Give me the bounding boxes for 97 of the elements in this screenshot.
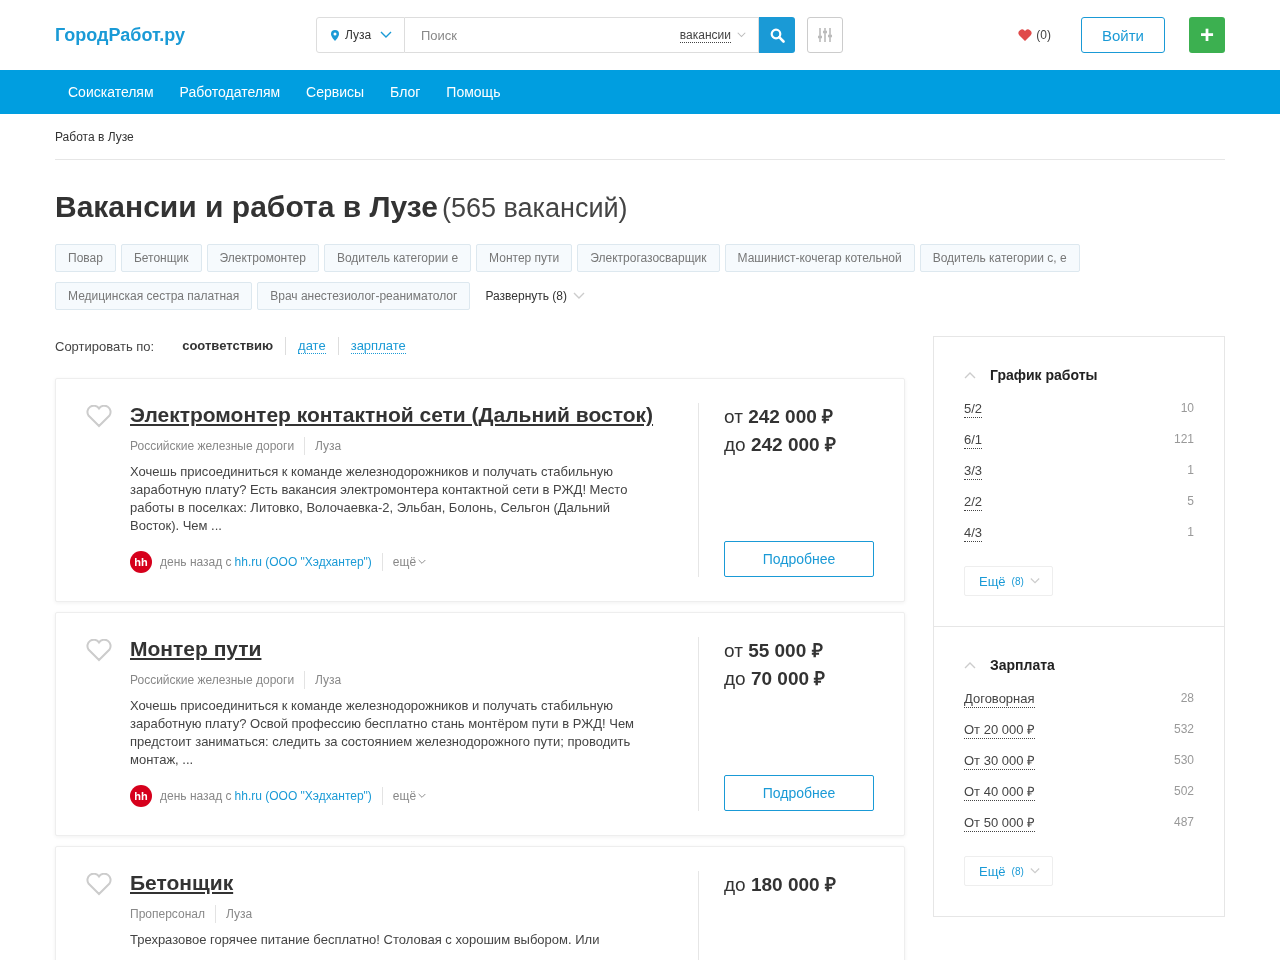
source-logo: hh [130,551,152,573]
city-name: Луза [315,439,342,453]
filter-option-link[interactable]: От 20 000 ₽ [964,722,1036,739]
city-name: Луза [225,907,253,921]
filter-option-link[interactable]: От 30 000 ₽ [964,753,1036,770]
option-count: 530 [1173,753,1194,767]
profession-tag[interactable]: Электрогазосварщик [577,244,720,272]
expand-tags-button[interactable]: Развернуть (8) [485,289,585,303]
heart-outline-icon[interactable] [84,873,114,896]
source-text: день назад с hh.ru (ООО "Хэдхантер") [160,555,372,569]
chevron-down-icon [418,558,427,566]
vacancy-title-link[interactable]: Электромонтер контактной сети (Дальний восток) [130,403,654,427]
heart-icon [1018,29,1033,41]
filter-option-link[interactable]: 4/3 [964,525,983,542]
profession-tag[interactable]: Повар [55,244,116,272]
search-scope-dropdown[interactable]: вакансии [679,27,731,43]
chevron-down-icon [573,292,585,300]
filter-button[interactable] [807,17,843,53]
filter-option-link[interactable]: От 50 000 ₽ [964,815,1036,832]
filter-option-link[interactable]: 2/2 [964,494,983,511]
profession-tag[interactable]: Медицинская сестра палатная [55,282,253,310]
sort-label: Сортировать по: [55,338,155,354]
nav-link[interactable]: Соискателям [68,84,154,100]
chevron-down-icon [380,31,392,39]
sliders-icon [818,27,832,43]
filter-section-header[interactable]: График работы [964,367,1098,383]
page-title: Вакансии и работа в Лузе [55,190,438,224]
salary-text: до 70 000 ₽ [724,667,827,691]
option-count: 28 [1180,691,1194,705]
more-button[interactable]: ещё [392,789,427,803]
profession-tag[interactable]: Машинист-кочегар котельной [724,244,915,272]
nav-link[interactable]: Помощь [446,84,501,100]
breadcrumb[interactable]: Работа в Лузе [55,114,1225,160]
vacancy-count: (565 вакансий) [442,193,628,224]
filter-section-header[interactable]: Зарплата [964,657,1055,673]
vacancy-title-link[interactable]: Бетонщик [130,871,234,895]
option-count: 1 [1187,463,1194,477]
nav-link[interactable]: Сервисы [306,84,365,100]
add-button[interactable]: + [1189,17,1225,53]
chevron-down-icon [1029,867,1040,875]
show-more-button[interactable]: Ещё (8) [964,566,1053,596]
vacancy-description: Трехразовое горячее питание бесплатно! Столовая с хорошим выбором. Или [130,931,601,949]
option-count: 121 [1173,432,1194,446]
chevron-down-icon [737,31,746,39]
option-count: 487 [1173,815,1194,829]
option-count: 1 [1187,525,1194,539]
company-name: Российские железные дороги [130,439,295,453]
option-count: 5 [1187,494,1194,508]
chevron-down-icon [418,792,427,800]
details-button[interactable]: Подробнее [724,541,874,577]
sort-option[interactable]: зарплате [350,338,406,354]
option-count: 10 [1180,401,1194,415]
chevron-down-icon [1029,577,1040,585]
profession-tag[interactable]: Монтер пути [476,244,573,272]
profession-tag[interactable]: Электромонтер [206,244,319,272]
city-name: Луза [315,673,342,687]
salary-text: от 55 000 ₽ [724,639,824,663]
source-text: день назад с hh.ru (ООО "Хэдхантер") [160,789,372,803]
salary-text: до 180 000 ₽ [724,873,837,897]
location-pin-icon [331,29,339,41]
site-logo[interactable]: ГородРабот.ру [55,24,316,46]
company-name: Проперсонал [130,907,205,921]
search-field[interactable]: Поиск вакансии [405,17,759,53]
search-icon [769,27,785,43]
profession-tag[interactable]: Врач анестезиолог-реаниматолог [257,282,471,310]
filter-option-link[interactable]: 6/1 [964,432,983,449]
search-button[interactable] [759,17,795,53]
vacancy-description: Хочешь присоединиться к команде железнодорожников и получать стабильную заработную плату? Освой профессию бесплатно стань монтёром пути в РЖД! Чем предстоит заниматься: следить за состоянием железнодорожного пути; проводить монтаж, ... [130,697,636,769]
filter-option-link[interactable]: Договорная [964,691,1035,708]
vacancy-title-link[interactable]: Монтер пути [130,637,262,661]
filter-option-link[interactable]: 5/2 [964,401,983,418]
profession-tag[interactable]: Водитель категории с, е [919,244,1080,272]
profession-tag[interactable]: Бетонщик [120,244,202,272]
sort-option[interactable]: соответствию [182,338,274,353]
source-link[interactable]: hh.ru (ООО "Хэдхантер") [234,555,372,569]
source-link[interactable]: hh.ru (ООО "Хэдхантер") [234,789,372,803]
details-button[interactable]: Подробнее [724,775,874,811]
option-count: 502 [1173,784,1194,798]
favorites-button[interactable]: (0) [1012,27,1057,43]
sort-option[interactable]: дате [298,338,326,354]
nav-link[interactable]: Блог [390,84,421,100]
filter-option-link[interactable]: 3/3 [964,463,983,480]
source-logo: hh [130,785,152,807]
vacancy-description: Хочешь присоединиться к команде железнодорожников и получать стабильную заработную плату? Есть вакансия электромонтера контактной сети в РЖД! Место работы в поселках: Литовко, Волочаевка-2, Эльбан, Болонь, Сельгон (Дальний Восток). Чем ... [130,463,629,535]
heart-outline-icon[interactable] [84,639,114,662]
nav-link[interactable]: Работодателям [179,84,281,100]
salary-text: до 242 000 ₽ [724,433,837,457]
company-name: Российские железные дороги [130,673,295,687]
show-more-button[interactable]: Ещё (8) [964,856,1053,886]
login-button[interactable]: Войти [1081,17,1165,53]
salary-text: от 242 000 ₽ [724,405,835,429]
option-count: 532 [1173,722,1194,736]
heart-outline-icon[interactable] [84,405,114,428]
filter-option-link[interactable]: От 40 000 ₽ [964,784,1036,801]
more-button[interactable]: ещё [392,555,427,569]
city-selector[interactable]: Луза [316,17,405,53]
profession-tag[interactable]: Водитель категории е [323,244,472,272]
